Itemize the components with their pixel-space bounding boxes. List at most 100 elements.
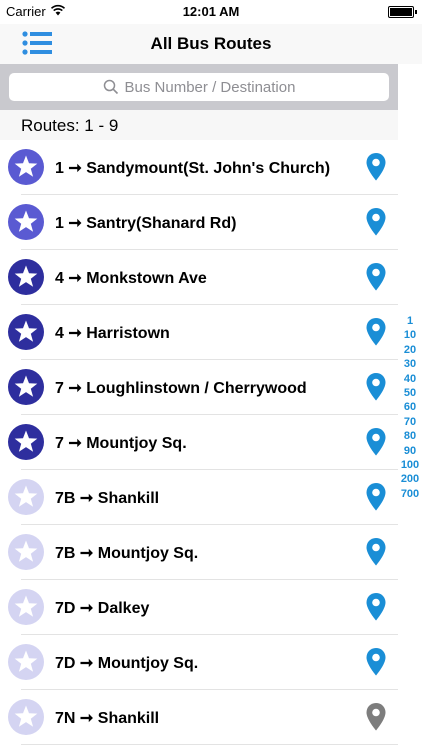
route-destination: Harristown: [86, 325, 170, 342]
index-item[interactable]: 200: [398, 472, 422, 486]
index-item[interactable]: 60: [398, 400, 422, 414]
favorite-star-icon[interactable]: [8, 369, 44, 405]
route-row[interactable]: 7B ➞ Shankill: [0, 470, 398, 525]
route-label: 7 ➞ Mountjoy Sq.: [55, 433, 187, 453]
index-item[interactable]: 1: [398, 314, 422, 328]
map-pin-icon[interactable]: [366, 318, 386, 346]
navigation-bar: All Bus Routes: [0, 24, 422, 64]
map-pin-icon[interactable]: [366, 428, 386, 456]
route-row[interactable]: 4 ➞ Monkstown Ave: [0, 250, 398, 305]
index-item[interactable]: 100: [398, 458, 422, 472]
route-row[interactable]: 7D ➞ Dalkey: [0, 580, 398, 635]
row-separator: [21, 744, 398, 745]
route-label: 7D ➞ Mountjoy Sq.: [55, 653, 198, 673]
route-number: 7N: [55, 710, 76, 727]
route-number: 7D: [55, 600, 76, 617]
route-destination: Sandymount(St. John's Church): [86, 160, 331, 177]
route-number: 4: [55, 325, 64, 342]
favorite-star-icon[interactable]: [8, 589, 44, 625]
route-number: 7B: [55, 545, 76, 562]
arrow-icon: ➞: [68, 435, 82, 452]
route-destination: Shankill: [97, 710, 160, 727]
favorite-star-icon[interactable]: [8, 479, 44, 515]
route-row[interactable]: 7 ➞ Loughlinstown / Cherrywood: [0, 360, 398, 415]
route-destination: Shankill: [97, 490, 160, 507]
index-item[interactable]: 40: [398, 372, 422, 386]
index-item[interactable]: 80: [398, 429, 422, 443]
favorite-star-icon[interactable]: [8, 644, 44, 680]
route-row[interactable]: 4 ➞ Harristown: [0, 305, 398, 360]
index-item[interactable]: 20: [398, 343, 422, 357]
route-destination: Loughlinstown / Cherrywood: [86, 380, 307, 397]
arrow-icon: ➞: [79, 710, 94, 727]
arrow-icon: ➞: [68, 160, 82, 177]
index-item[interactable]: 700: [398, 487, 422, 501]
route-number: 7B: [55, 490, 76, 507]
route-row[interactable]: 7B ➞ Mountjoy Sq.: [0, 525, 398, 580]
section-header-label: Routes: 1 - 9: [21, 116, 119, 135]
map-pin-icon[interactable]: [366, 648, 386, 676]
route-label: 1 ➞ Santry(Shanard Rd): [55, 213, 236, 233]
section-index-bar[interactable]: 1 10 20 30 40 50 60 70 80 90 100 200 700: [398, 314, 422, 501]
status-time: 12:01 AM: [182, 4, 240, 19]
page-title: All Bus Routes: [150, 34, 272, 53]
index-item[interactable]: 10: [398, 328, 422, 342]
arrow-icon: ➞: [79, 490, 94, 507]
arrow-icon: ➞: [79, 600, 94, 617]
route-list: 1 ➞ Sandymount(St. John's Church) 1 ➞ San…: [0, 140, 398, 745]
favorite-star-icon[interactable]: [8, 699, 44, 735]
index-item[interactable]: 30: [398, 357, 422, 371]
route-row[interactable]: 7 ➞ Mountjoy Sq.: [0, 415, 398, 470]
map-pin-icon[interactable]: [366, 373, 386, 401]
arrow-icon: ➞: [68, 325, 82, 342]
route-number: 1: [55, 215, 64, 232]
favorite-star-icon[interactable]: [8, 259, 44, 295]
route-destination: Mountjoy Sq.: [97, 655, 199, 672]
arrow-icon: ➞: [79, 545, 94, 562]
route-label: 7B ➞ Mountjoy Sq.: [55, 543, 198, 563]
map-pin-icon[interactable]: [366, 263, 386, 291]
favorite-star-icon[interactable]: [8, 534, 44, 570]
route-row[interactable]: 7D ➞ Mountjoy Sq.: [0, 635, 398, 690]
route-destination: Dalkey: [97, 600, 150, 617]
arrow-icon: ➞: [79, 655, 94, 672]
index-item[interactable]: 70: [398, 415, 422, 429]
favorite-star-icon[interactable]: [8, 204, 44, 240]
favorite-star-icon[interactable]: [8, 314, 44, 350]
map-pin-icon[interactable]: [366, 153, 386, 181]
route-number: 7D: [55, 655, 76, 672]
map-pin-icon[interactable]: [366, 538, 386, 566]
favorite-star-icon[interactable]: [8, 149, 44, 185]
arrow-icon: ➞: [68, 215, 82, 232]
arrow-icon: ➞: [68, 380, 82, 397]
route-label: 1 ➞ Sandymount(St. John's Church): [55, 158, 330, 178]
map-pin-icon[interactable]: [366, 593, 386, 621]
map-pin-icon[interactable]: [366, 208, 386, 236]
route-row[interactable]: 7N ➞ Shankill: [0, 690, 398, 745]
route-row[interactable]: 1 ➞ Santry(Shanard Rd): [0, 195, 398, 250]
index-item[interactable]: 50: [398, 386, 422, 400]
section-header: Routes: 1 - 9: [0, 110, 398, 140]
route-destination: Mountjoy Sq.: [97, 545, 199, 562]
search-placeholder: Bus Number / Destination: [124, 78, 296, 96]
route-label: 7N ➞ Shankill: [55, 708, 159, 728]
route-destination: Santry(Shanard Rd): [86, 215, 237, 232]
route-number: 7: [55, 435, 64, 452]
route-number: 7: [55, 380, 64, 397]
index-item[interactable]: 90: [398, 444, 422, 458]
route-destination: Monkstown Ave: [86, 270, 207, 287]
route-number: 1: [55, 160, 64, 177]
favorite-star-icon[interactable]: [8, 424, 44, 460]
search-bar: Bus Number / Destination: [0, 64, 398, 110]
route-destination: Mountjoy Sq.: [86, 435, 187, 452]
route-number: 4: [55, 270, 64, 287]
route-row[interactable]: 1 ➞ Sandymount(St. John's Church): [0, 140, 398, 195]
map-pin-icon[interactable]: [366, 483, 386, 511]
search-icon: [103, 79, 118, 95]
route-label: 7D ➞ Dalkey: [55, 598, 149, 618]
arrow-icon: ➞: [68, 270, 82, 287]
battery-icon: [388, 6, 417, 18]
search-input[interactable]: Bus Number / Destination: [9, 73, 389, 101]
map-pin-icon[interactable]: [366, 703, 386, 731]
route-label: 4 ➞ Harristown: [55, 323, 170, 343]
